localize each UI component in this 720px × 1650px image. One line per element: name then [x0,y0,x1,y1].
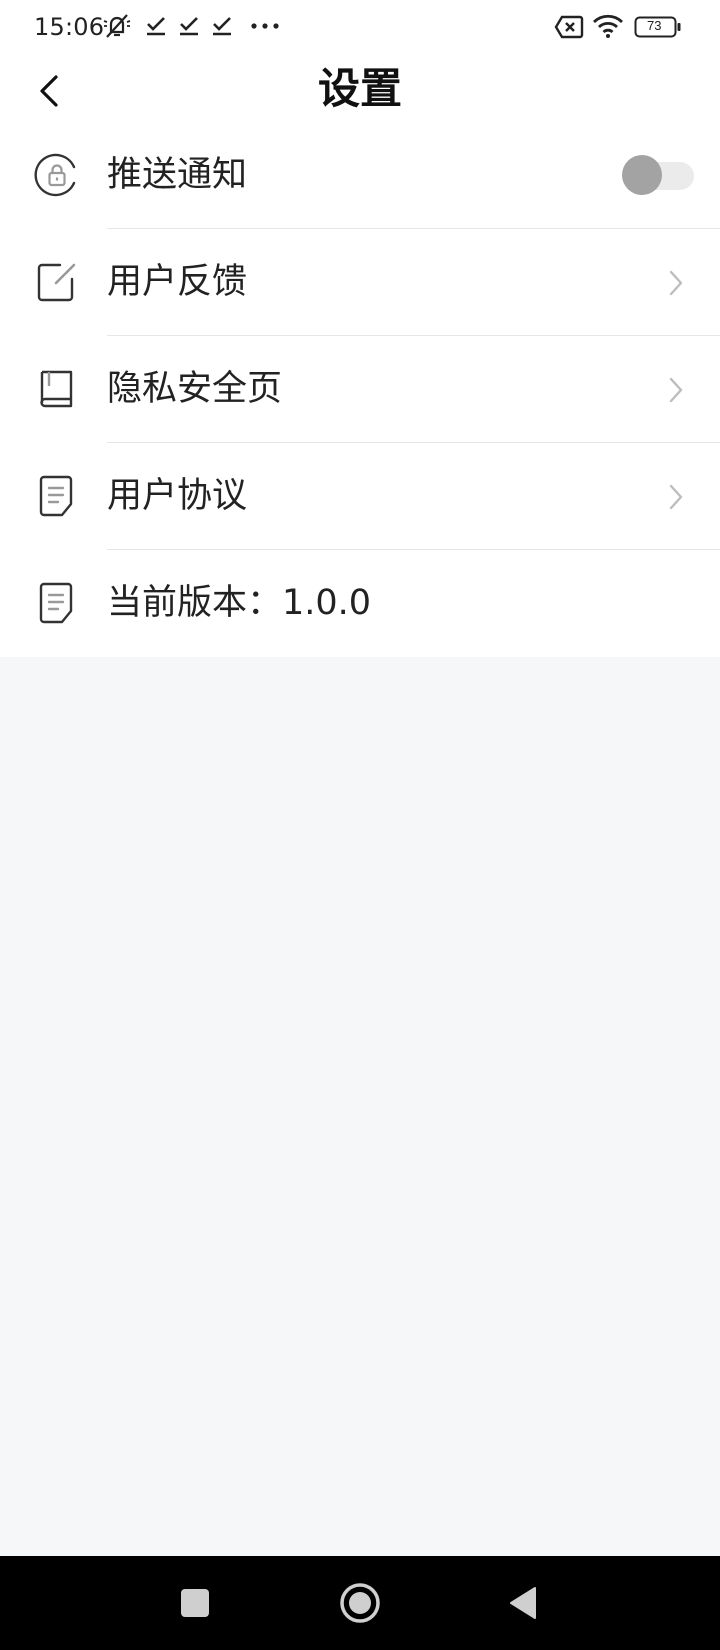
battery-level: 73 [647,18,662,33]
system-nav-bar [0,1556,720,1650]
chevron-right-icon [669,270,683,296]
document-icon [39,475,73,517]
setting-row-user-feedback[interactable]: 用户反馈 [0,229,720,336]
download-done-icon [213,17,231,36]
setting-row-current-version: 当前版本：1.0.0 [0,550,720,657]
home-circle-icon [340,1583,380,1623]
recents-button[interactable] [155,1556,235,1650]
mute-icon [103,14,131,38]
edit-square-icon [37,263,76,302]
recents-square-icon [181,1589,209,1617]
chevron-right-icon [669,377,683,403]
setting-label: 用户反馈 [107,262,248,302]
setting-label: 隐私安全页 [107,369,283,409]
home-button[interactable] [320,1556,400,1650]
back-triangle-icon [510,1587,536,1619]
setting-label: 当前版本：1.0.0 [107,583,372,623]
book-icon [40,370,73,408]
sim-off-icon [554,15,584,39]
wifi-icon [593,14,623,38]
lock-circle-icon [34,153,76,197]
page-title: 设置 [317,64,402,113]
setting-row-privacy-security[interactable]: 隐私安全页 [0,336,720,443]
settings-screen: 15:06 73 设置 推送通知 用户反馈 隐私安全页 用户协议 当前版本：1.… [0,0,720,1650]
setting-row-user-agreement[interactable]: 用户协议 [0,443,720,550]
status-bar: 15:06 73 [0,0,720,54]
status-time: 15:06 [34,13,105,41]
download-done-icon [147,17,165,36]
chevron-right-icon [669,484,683,510]
setting-row-push-notification: 推送通知 [0,122,720,229]
document-icon [39,582,73,624]
more-dots-icon [251,23,279,29]
settings-list: 推送通知 用户反馈 隐私安全页 用户协议 当前版本：1.0.0 [0,122,720,657]
toggle-knob [622,155,662,195]
back-nav-button[interactable] [483,1556,563,1650]
download-done-icon [180,17,198,36]
setting-label: 推送通知 [107,155,248,195]
setting-label: 用户协议 [107,476,248,516]
status-icons-right: 73 [554,11,682,45]
push-notification-toggle[interactable] [622,155,696,195]
